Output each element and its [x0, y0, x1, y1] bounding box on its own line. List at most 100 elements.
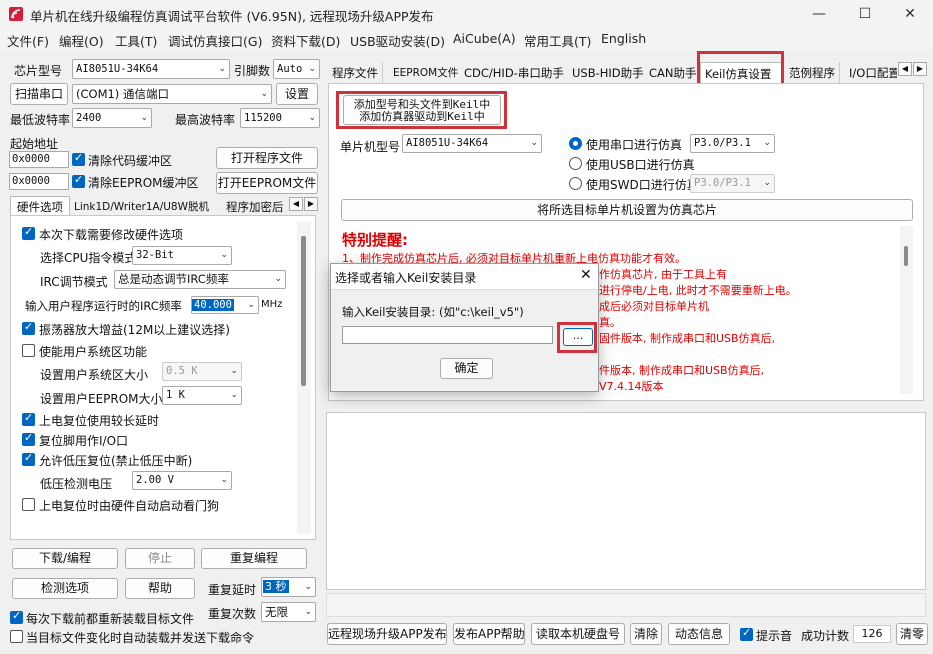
menu-common-tools[interactable]: 常用工具(T): [524, 31, 591, 50]
notice-fragment-6: 件版本, 制作成串口和USB仿真后,: [599, 364, 765, 377]
set-sim-chip-button[interactable]: 将所选目标单片机设置为仿真芯片: [341, 199, 913, 221]
tab-usb-hid[interactable]: USB-HID助手: [568, 62, 649, 83]
dialog-close-icon[interactable]: ✕: [580, 267, 592, 283]
read-disk-id-button[interactable]: 读取本机硬盘号: [531, 623, 625, 645]
dialog-ok-button[interactable]: 确定: [440, 358, 493, 379]
uart-pins-select[interactable]: P3.0/P3.1 ⌄: [690, 134, 775, 153]
mcu-model-select[interactable]: AI8051U-34K64 ⌄: [402, 134, 542, 153]
notice-fragment-7: V7.4.14版本: [599, 380, 664, 393]
clear-eeprom-checkbox[interactable]: [72, 173, 85, 188]
keil-path-input[interactable]: [342, 326, 553, 344]
menu-tools[interactable]: 工具(T): [115, 31, 157, 50]
clear-code-checkbox[interactable]: [72, 151, 85, 166]
irc-freq-unit: MHz: [261, 299, 283, 310]
long-delay-label: 上电复位使用较长延时: [39, 414, 160, 428]
minimize-button[interactable]: —: [796, 0, 842, 28]
chip-type-select[interactable]: AI8051U-34K64 ⌄: [72, 59, 230, 79]
menu-usb-driver[interactable]: USB驱动安装(D): [350, 31, 445, 50]
menu-program[interactable]: 编程(O): [59, 31, 104, 50]
pins-value: Auto: [277, 63, 303, 75]
chevron-down-icon: ⌄: [247, 300, 255, 310]
usb-sim-radio[interactable]: [569, 157, 582, 170]
tabs-scroll-right-icon[interactable]: ▶: [913, 62, 927, 76]
min-baud-select[interactable]: 2400 ⌄: [72, 108, 152, 128]
irc-mode-select[interactable]: 总是动态调节IRC频率 ⌄: [114, 270, 286, 289]
tab-eeprom-file[interactable]: EEPROM文件: [389, 62, 464, 83]
tab-hardware-options[interactable]: 硬件选项: [10, 196, 70, 216]
log-output-area[interactable]: [326, 412, 926, 590]
chevron-down-icon: ⌄: [763, 138, 771, 148]
user-sys-area-checkbox[interactable]: [22, 344, 35, 357]
watchdog-checkbox[interactable]: [22, 498, 35, 511]
clear-eeprom-label: 清除EEPROM缓冲区: [88, 176, 199, 190]
chevron-down-icon: ⌄: [230, 366, 238, 376]
uart-sim-radio[interactable]: [569, 137, 582, 150]
port-select[interactable]: (COM1) 通信端口 ⌄: [72, 84, 272, 104]
remote-upgrade-button[interactable]: 远程现场升级APP发布: [327, 623, 447, 645]
max-baud-select[interactable]: 115200 ⌄: [240, 108, 320, 128]
cpu-mode-select[interactable]: 32-Bit ⌄: [132, 246, 232, 265]
irc-freq-select[interactable]: 40.000 ⌄: [191, 296, 259, 314]
reload-each-checkbox[interactable]: [10, 609, 23, 624]
tab-cdc-hid-serial[interactable]: CDC/HID-串口助手: [460, 62, 569, 83]
dynamic-info-button[interactable]: 动态信息: [668, 623, 730, 645]
tab-offline-writer[interactable]: Link1D/Writer1A/U8W脱机: [74, 199, 209, 214]
close-button[interactable]: ✕: [887, 0, 933, 28]
reprogram-button[interactable]: 重复编程: [201, 548, 307, 569]
menu-english[interactable]: English: [601, 31, 646, 46]
tab-can[interactable]: CAN助手: [645, 62, 702, 83]
lvd-select[interactable]: 2.00 V ⌄: [132, 471, 232, 490]
scan-port-button[interactable]: 扫描串口: [10, 83, 68, 105]
long-delay-checkbox[interactable]: [22, 411, 35, 426]
modify-hw-checkbox[interactable]: [22, 225, 35, 240]
repeat-count-select[interactable]: 无限 ⌄: [261, 602, 316, 622]
port-settings-button[interactable]: 设置: [276, 83, 318, 105]
swd-sim-radio[interactable]: [569, 177, 582, 190]
lvr-reset-checkbox[interactable]: [22, 451, 35, 466]
menu-aicube[interactable]: AiCube(A): [453, 31, 516, 46]
open-eeprom-button[interactable]: 打开EEPROM文件: [216, 172, 318, 194]
maximize-button[interactable]: ☐: [842, 0, 888, 28]
repeat-delay-select[interactable]: 3 秒 ⌄: [261, 577, 316, 597]
horizontal-scrollbar[interactable]: [326, 593, 926, 617]
publish-help-button[interactable]: 发布APP帮助: [453, 623, 525, 645]
notice-fragment-3: 成后必须对目标单片机: [599, 300, 709, 313]
tab-program-encryption[interactable]: 程序加密后: [226, 199, 288, 215]
auto-load-label: 当目标文件变化时自动装载并发送下载命令: [26, 631, 255, 645]
swd-pins-select[interactable]: P3.0/P3.1 ⌄: [690, 174, 775, 193]
reset-io-checkbox[interactable]: [22, 431, 35, 446]
menu-downloads[interactable]: 资料下载(D): [271, 31, 340, 50]
eeprom-address-input[interactable]: 0x0000: [9, 173, 69, 190]
tab-program-file[interactable]: 程序文件: [328, 62, 383, 83]
tab-io-config[interactable]: I/O口配置: [845, 62, 897, 83]
open-program-button[interactable]: 打开程序文件: [216, 147, 318, 169]
sys-area-size-select[interactable]: 0.5 K ⌄: [162, 362, 242, 381]
notice-scrollbar-thumb[interactable]: [904, 246, 908, 266]
check-options-button[interactable]: 检测选项: [12, 578, 118, 599]
stop-button[interactable]: 停止: [125, 548, 195, 569]
eeprom-size-select[interactable]: 1 K ⌄: [162, 386, 242, 405]
beep-checkbox[interactable]: [740, 626, 753, 641]
auto-load-checkbox[interactable]: [10, 630, 23, 643]
download-program-button[interactable]: 下载/编程: [12, 548, 118, 569]
menu-debug-interface[interactable]: 调试仿真接口(G): [168, 31, 262, 50]
tab-scroll-right-icon[interactable]: ▶: [304, 197, 318, 211]
reset-io-label: 复位脚用作I/O口: [39, 434, 129, 448]
tabs-scroll-left-icon[interactable]: ◀: [898, 62, 912, 76]
menu-file[interactable]: 文件(F): [7, 31, 49, 50]
code-address-input[interactable]: 0x0000: [9, 151, 69, 168]
lvd-value: 2.00 V: [136, 474, 174, 486]
pins-select[interactable]: Auto ⌄: [273, 59, 320, 79]
osc-gain-checkbox[interactable]: [22, 320, 35, 335]
help-button[interactable]: 帮助: [125, 578, 195, 599]
chevron-down-icon: ⌄: [763, 178, 771, 188]
tab-scroll-left-icon[interactable]: ◀: [289, 197, 303, 211]
reset-count-button[interactable]: 清零: [896, 623, 928, 645]
chevron-down-icon: ⌄: [304, 607, 312, 617]
clear-log-button[interactable]: 清除: [630, 623, 662, 645]
osc-gain-label: 振荡器放大增益(12M以上建议选择): [39, 323, 230, 337]
keil-directory-dialog: 选择或者输入Keil安装目录 ✕ 输入Keil安装目录: (如"c:\keil_…: [330, 263, 599, 392]
scrollbar-thumb[interactable]: [301, 236, 306, 386]
tab-examples[interactable]: 范例程序: [785, 62, 840, 83]
port-value: (COM1) 通信端口: [76, 87, 169, 101]
